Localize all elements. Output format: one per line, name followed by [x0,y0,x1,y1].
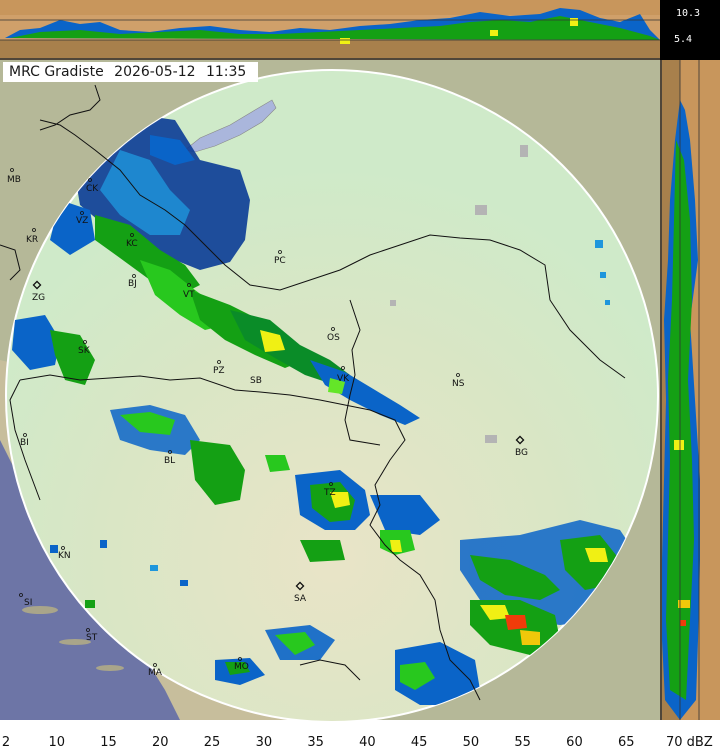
city-label: MB [7,175,21,185]
radar-frame [0,0,720,733]
city-label: ZG [32,293,46,303]
legend-tick-label: 45 [410,735,428,750]
city-label: PC [274,256,286,266]
city-label: SB [250,376,262,386]
legend-tick-label: 15 [100,735,117,750]
height-scale-corner: 10.3 5.4 [660,0,720,60]
legend-tick-label: 60 [566,735,583,750]
city-label: BG [515,448,528,458]
city-label: KN [58,551,71,561]
legend-tick-label: 35 [307,735,324,750]
legend-tick-label: 10 [48,735,66,750]
city-label: BI [20,438,29,448]
city-label: SA [294,594,307,604]
city-label: ST [86,633,98,643]
legend-tick-label: 20 [152,735,169,750]
legend-tick-label: 40 [359,735,376,750]
city-label: VT [183,290,195,300]
city-label: NS [452,379,465,389]
legend-tick-label: 65 [617,735,635,750]
city-label: CK [86,184,99,194]
city-label: MO [234,662,249,672]
radar-title: MRC Gradiste 2026-05-12 11:35 [3,62,259,82]
legend-tick-label: 70 dBZ [666,735,713,750]
city-label: SK [78,346,90,356]
city-label: KC [126,239,138,249]
legend-tick-label: 2 [1,735,11,750]
legend-tick-label: 30 [255,735,273,750]
city-label: VZ [76,216,89,226]
legend-tick-label: 55 [514,735,531,750]
city-label: KR [26,235,39,245]
legend-tick-label: 25 [203,735,221,750]
right-profile-panel [660,60,720,720]
scan-time: 11:35 [205,64,247,80]
city-label: MA [148,668,162,678]
city-label: VK [337,374,350,384]
city-label: TZ [324,488,336,498]
height-top-label: 10.3 [676,8,701,19]
scan-date: 2026-05-12 [114,64,196,80]
height-mid-label: 5.4 [674,34,693,45]
top-profile-panel [0,0,660,60]
city-label: BJ [128,279,137,289]
city-label: PZ [213,366,225,376]
city-label: BL [164,456,176,466]
station-name: MRC Gradiste [9,64,104,80]
city-label: SI [24,598,33,608]
legend-tick-label: 50 [462,735,480,750]
city-label: OS [327,333,340,343]
